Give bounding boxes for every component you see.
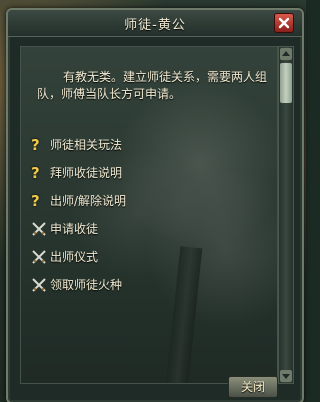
dialog-option-list: ? 师徒相关玩法 ? 拜师收徒说明 ? 出师/解除说明 申请收徒 出师仪式 领取… [31,135,261,303]
dialog-content-panel: 有教无类。建立师徒关系，需要两人组队，师傅当队长方可申请。 ? 师徒相关玩法 ?… [20,46,278,384]
question-icon: ? [31,136,40,154]
close-dialog-button[interactable]: 关闭 [228,376,278,398]
dialog-title: 师徒-黄公 [124,18,186,33]
option-item-1[interactable]: ? 拜师收徒说明 [31,163,261,183]
option-item-4[interactable]: 出师仪式 [31,247,261,267]
crossed-swords-icon [31,249,47,265]
option-item-5[interactable]: 领取师徒火种 [31,275,261,295]
question-icon: ? [31,164,40,182]
option-label: 领取师徒火种 [50,278,123,292]
chevron-down-icon [282,374,290,379]
close-window-button[interactable] [274,13,294,33]
option-item-0[interactable]: ? 师徒相关玩法 [31,135,261,155]
option-item-2[interactable]: ? 出师/解除说明 [31,191,261,211]
option-label: 申请收徒 [50,222,99,236]
option-item-3[interactable]: 申请收徒 [31,219,261,239]
npc-dialog-window: 师徒-黄公 有教无类。建立师徒关系，需要两人组队，师傅当队长方可申请。 ? 师徒… [6,8,304,402]
close-icon [278,17,290,29]
option-label: 拜师收徒说明 [50,166,123,180]
question-icon: ? [31,192,40,210]
chevron-up-icon [282,51,290,56]
dialog-intro-text: 有教无类。建立师徒关系，需要两人组队，师傅当队长方可申请。 [37,70,268,101]
dialog-titlebar[interactable]: 师徒-黄公 [8,10,302,37]
scroll-thumb[interactable] [280,63,292,103]
crossed-swords-icon [31,277,47,293]
scroll-down-button[interactable] [280,370,292,382]
option-label: 出师仪式 [50,250,99,264]
content-scrollbar[interactable] [278,46,294,384]
crossed-swords-icon [31,221,47,237]
option-label: 出师/解除说明 [50,194,127,208]
option-label: 师徒相关玩法 [50,138,123,152]
scroll-up-button[interactable] [280,48,292,60]
